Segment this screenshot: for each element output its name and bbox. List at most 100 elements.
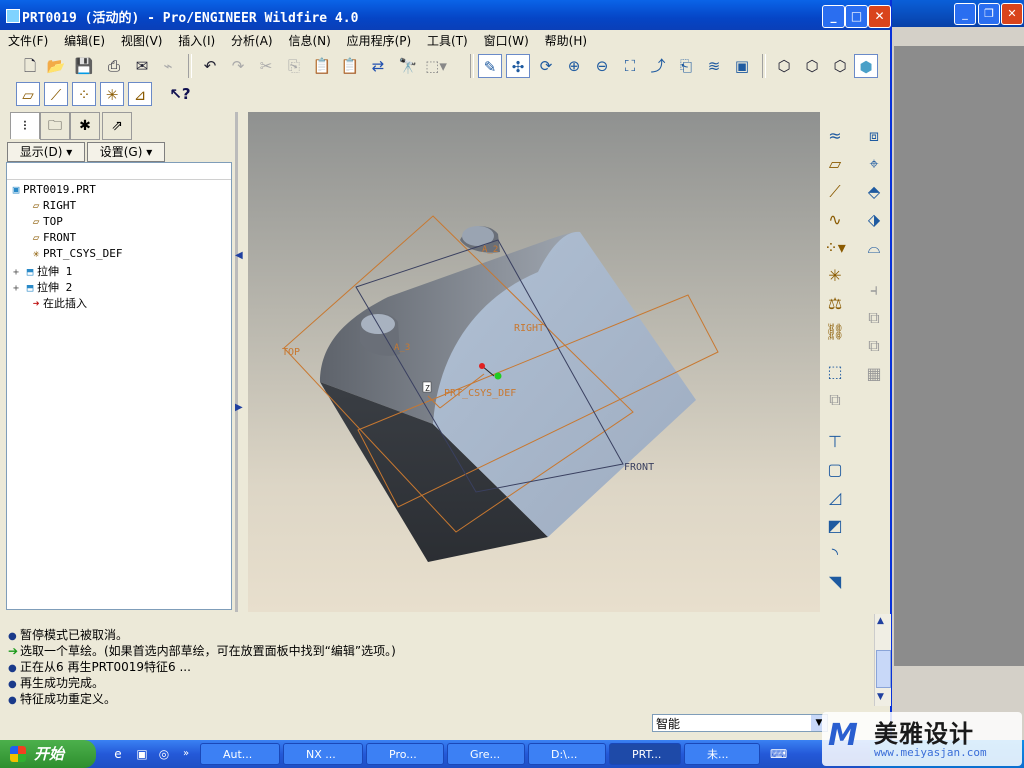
label-axis-a2[interactable]: A_2 [482, 245, 498, 255]
label-right[interactable]: RIGHT [514, 323, 544, 334]
wireframe-icon[interactable]: ⬡ [772, 54, 796, 78]
reorient-icon[interactable]: ⤴ [646, 54, 670, 78]
sketch-datum-curve-icon[interactable]: ≈ [823, 124, 847, 148]
context-help-icon[interactable]: ↖? [168, 82, 192, 106]
orient-mode-icon[interactable]: ⟳ [534, 54, 558, 78]
view-manager-icon[interactable]: ▣ [730, 54, 754, 78]
selection-filter[interactable]: 智能 ▼ [652, 714, 828, 732]
no-hidden-icon[interactable]: ⬡ [828, 54, 852, 78]
tab-favorites[interactable]: ✱ [70, 112, 100, 140]
annotation-display-icon[interactable]: ⊿ [128, 82, 152, 106]
datum-axis-tool-icon[interactable]: ⟋ [823, 180, 847, 204]
open-folder-icon[interactable]: 📂 [44, 54, 68, 78]
cut-icon[interactable]: ✂ [254, 54, 278, 78]
datum-curve-tool-icon[interactable]: ∿ [823, 208, 847, 232]
new-file-icon[interactable]: 🗋 [18, 54, 42, 78]
menu-edit[interactable]: 编辑(E) [58, 30, 111, 51]
copy-icon[interactable]: ⎘ [282, 54, 306, 78]
maximize-button[interactable]: □ [845, 5, 868, 28]
tab-connections[interactable]: ⇗ [102, 112, 132, 140]
shading-icon[interactable]: ⬢ [854, 54, 878, 78]
task-button[interactable]: Gre... [447, 743, 525, 765]
regenerate-icon[interactable]: ⇄ [366, 54, 390, 78]
keyboard-icon[interactable]: ⌨ [770, 746, 787, 762]
task-button[interactable]: Aut... [200, 743, 280, 765]
show-desktop-icon[interactable]: ▣ [134, 746, 150, 762]
task-button[interactable]: NX ... [283, 743, 363, 765]
pattern-icon[interactable]: ⬚ [823, 360, 847, 384]
minimize-icon[interactable]: _ [954, 3, 976, 25]
shell-tool-icon[interactable]: ⌖ [862, 152, 886, 176]
zoom-in-icon[interactable]: ⊕ [562, 54, 586, 78]
rib-tool-icon[interactable]: ⬘ [862, 180, 886, 204]
merge-tool-icon[interactable]: ⧉ [862, 306, 886, 330]
task-button[interactable]: D:\... [528, 743, 606, 765]
paste-icon[interactable]: 📋 [310, 54, 334, 78]
expand-icon[interactable]: + [13, 283, 23, 294]
undo-icon[interactable]: ↶ [198, 54, 222, 78]
print-icon[interactable]: ⎙ [102, 54, 126, 78]
tree-item-part[interactable]: ▣ PRT0019.PRT [9, 183, 96, 199]
close-button[interactable]: ✕ [868, 5, 891, 28]
restore-icon[interactable]: ❐ [978, 3, 1000, 25]
media-icon[interactable]: ◎ [156, 746, 172, 762]
tab-folder-browser[interactable]: 🗀 [40, 112, 70, 140]
datum-point-display-icon[interactable]: ⁘ [72, 82, 96, 106]
paste-special-icon[interactable]: 📋 [338, 54, 362, 78]
analysis-feature-icon[interactable]: ⚖ [823, 292, 847, 316]
datum-plane-tool-icon[interactable]: ▱ [823, 152, 847, 176]
variable-section-sweep-icon[interactable]: ⌓ [862, 236, 886, 260]
revolve-tool-icon[interactable]: ▢ [823, 458, 847, 482]
copy-feature-icon[interactable]: ⧉ [823, 388, 847, 412]
quicklaunch-more-icon[interactable]: » [178, 746, 194, 762]
tree-item-top[interactable]: ▱ TOP [29, 215, 63, 231]
hidden-line-icon[interactable]: ⬡ [800, 54, 824, 78]
scroll-down-icon[interactable]: ▼ [877, 692, 884, 702]
menu-view[interactable]: 视图(V) [115, 30, 169, 51]
chamfer-tool-icon[interactable]: ◥ [823, 570, 847, 594]
menu-help[interactable]: 帮助(H) [539, 30, 593, 51]
scroll-up-icon[interactable]: ▲ [877, 616, 884, 626]
menu-applications[interactable]: 应用程序(P) [341, 30, 418, 51]
datum-point-tool-icon[interactable]: ⁘▾ [823, 236, 847, 260]
tree-item-insert-here[interactable]: ➜ 在此插入 [29, 295, 87, 311]
label-axis-a3[interactable]: A_3 [394, 343, 410, 353]
title-bar[interactable]: PRT0019 (活动的) - Pro/ENGINEER Wildfire 4.… [0, 0, 891, 30]
send-link-icon[interactable]: ⌁ [156, 54, 180, 78]
show-dropdown[interactable]: 显示(D) ▾ [7, 142, 85, 162]
hole-tool-icon[interactable]: ⧈ [862, 124, 886, 148]
tree-item-extrude-2[interactable]: + ⬒ 拉伸 2 [13, 279, 72, 295]
ie-icon[interactable]: e [110, 746, 126, 762]
minimize-button[interactable]: _ [822, 5, 845, 28]
label-top[interactable]: TOP [282, 347, 300, 358]
datum-plane-display-icon[interactable]: ▱ [16, 82, 40, 106]
sweep-tool-icon[interactable]: ◿ [823, 486, 847, 510]
refit-icon[interactable]: ⛶ [618, 54, 642, 78]
draft-tool-icon[interactable]: ⬗ [862, 208, 886, 232]
message-scrollbar[interactable]: ▲ ▼ [874, 614, 891, 706]
select-box-icon[interactable]: ⬚▾ [424, 54, 448, 78]
task-button[interactable]: Pro... [366, 743, 444, 765]
menu-file[interactable]: 文件(F) [2, 30, 54, 51]
close-icon[interactable]: ✕ [1001, 3, 1023, 25]
pattern-table-icon[interactable]: ▦ [862, 362, 886, 386]
graphics-window[interactable]: Z TOP RIGHT FRONT PRT_CSYS_DEF A_2 A_3 [248, 112, 820, 612]
splitter-bar[interactable] [235, 112, 238, 612]
extrude-tool-icon[interactable]: ⊤ [823, 430, 847, 454]
zoom-out-icon[interactable]: ⊖ [590, 54, 614, 78]
send-mail-icon[interactable]: ✉ [130, 54, 154, 78]
scroll-thumb[interactable] [876, 650, 891, 688]
menu-window[interactable]: 窗口(W) [478, 30, 535, 51]
redo-icon[interactable]: ↷ [226, 54, 250, 78]
settings-dropdown[interactable]: 设置(G) ▾ [87, 142, 165, 162]
tree-item-right[interactable]: ▱ RIGHT [29, 199, 76, 215]
spin-center-icon[interactable]: ✣ [506, 54, 530, 78]
tab-model-tree[interactable]: ⁝ [10, 112, 40, 139]
tree-item-csys[interactable]: ✳ PRT_CSYS_DEF [29, 247, 123, 263]
menu-tools[interactable]: 工具(T) [421, 30, 474, 51]
label-front[interactable]: FRONT [624, 462, 654, 473]
chain-icon[interactable]: ⛓ [823, 320, 847, 344]
label-csys[interactable]: PRT_CSYS_DEF [444, 388, 516, 399]
task-button[interactable]: PRT... [609, 743, 681, 765]
csys-display-icon[interactable]: ✳ [100, 82, 124, 106]
